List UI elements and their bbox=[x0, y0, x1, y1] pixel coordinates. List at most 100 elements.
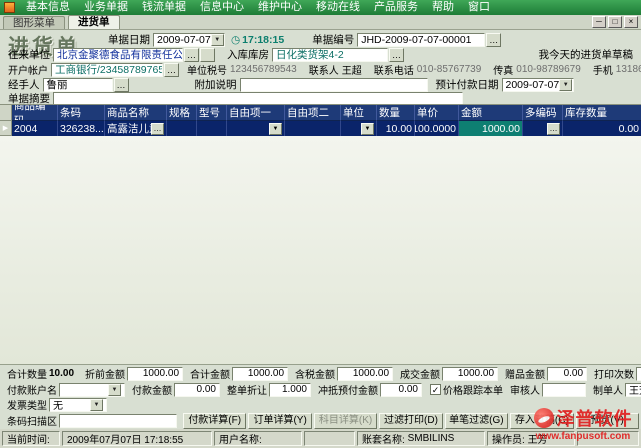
today-drafts-link[interactable]: 我今天的进货单草稿 bbox=[539, 47, 634, 62]
menu-item-basic-info[interactable]: 基本信息 bbox=[19, 0, 77, 15]
col-header-model[interactable]: 型号 bbox=[197, 105, 227, 121]
col-header-multi-code[interactable]: 多编码 bbox=[523, 105, 563, 121]
subject-detail-button[interactable]: 科目详算(K) bbox=[314, 413, 377, 429]
pay-date-field[interactable]: 2009-07-07 ▼ bbox=[502, 78, 574, 92]
cell-amount[interactable]: 1000.00 bbox=[459, 121, 523, 136]
cell-multi-code[interactable]: … bbox=[523, 121, 563, 136]
tax-included-field[interactable]: 1000.00 bbox=[337, 367, 393, 381]
unit-dropdown-icon[interactable]: ▼ bbox=[361, 123, 374, 135]
cell-spec[interactable] bbox=[167, 121, 197, 136]
cell-product-name[interactable]: 高露洁儿童牙.. … bbox=[105, 121, 167, 136]
col-header-product-name[interactable]: 商品名称 bbox=[105, 105, 167, 121]
chevron-down-icon[interactable]: ▼ bbox=[559, 79, 572, 91]
maximize-icon[interactable]: □ bbox=[608, 16, 622, 28]
print-count-field[interactable] bbox=[636, 367, 641, 381]
minimize-icon[interactable]: ─ bbox=[592, 16, 606, 28]
col-header-free2[interactable]: 自由项二 bbox=[285, 105, 341, 121]
vendor-field[interactable]: 北京金聚德食品有限责任公司 bbox=[53, 48, 183, 62]
chevron-down-icon[interactable]: ▼ bbox=[211, 34, 224, 46]
payment-detail-button[interactable]: 付款详算(F) bbox=[183, 413, 246, 429]
order-detail-button[interactable]: 订单详算(Y) bbox=[248, 413, 311, 429]
deal-amount-field[interactable]: 1000.00 bbox=[442, 367, 498, 381]
cell-stock-qty[interactable]: 0.00 bbox=[563, 121, 641, 136]
cell-free1[interactable]: ▼ bbox=[227, 121, 285, 136]
prepay-offset-field[interactable]: 0.00 bbox=[380, 383, 422, 397]
status-book-label: 账套名称: bbox=[362, 431, 405, 446]
vendor-view-icon[interactable] bbox=[200, 48, 215, 62]
totals-panel: 合计数量 10.00 折前金额 1000.00 合计金额 1000.00 含税金… bbox=[0, 364, 641, 429]
tab-graphic-menu[interactable]: 图形菜单 bbox=[3, 16, 65, 29]
chevron-down-icon[interactable]: ▼ bbox=[90, 399, 103, 411]
pre-discount-field[interactable]: 1000.00 bbox=[127, 367, 183, 381]
price-track-checkbox[interactable]: ✓ bbox=[430, 384, 441, 395]
warehouse-browse-icon[interactable]: … bbox=[389, 48, 404, 62]
deal-amount-label: 成交金额 bbox=[400, 366, 440, 381]
memo-field[interactable] bbox=[240, 78, 428, 92]
col-header-amount[interactable]: 金额 bbox=[459, 105, 523, 121]
cell-model[interactable] bbox=[197, 121, 227, 136]
status-time-value: 2009年07月07日 17:18:55 bbox=[62, 431, 212, 446]
doc-date-field[interactable]: 2009-07-07 ▼ bbox=[153, 33, 225, 47]
menu-item-maintenance-center[interactable]: 维护中心 bbox=[251, 0, 309, 15]
menu-item-mobile-online[interactable]: 移动在线 bbox=[309, 0, 367, 15]
product-lookup-icon[interactable]: … bbox=[151, 123, 164, 135]
col-header-barcode[interactable]: 条码 bbox=[58, 105, 105, 121]
handler-field[interactable]: 鲁丽 bbox=[43, 78, 113, 92]
pay-date-value: 2009-07-07 bbox=[506, 79, 560, 91]
doc-no-browse-icon[interactable]: … bbox=[486, 33, 501, 47]
single-filter-button[interactable]: 单笔过滤(G) bbox=[445, 413, 508, 429]
tab-bar: 图形菜单 进货单 ─ □ × bbox=[0, 15, 641, 30]
col-header-product-code[interactable]: 商品编码 bbox=[12, 105, 58, 121]
menu-item-business-docs[interactable]: 业务单据 bbox=[77, 0, 135, 15]
form-row-handler-memo: 经手人 鲁丽 … 附加说明 预计付款日期 2009-07-07 ▼ bbox=[0, 77, 641, 92]
doc-no-field[interactable]: JHD-2009-07-07-00001 bbox=[357, 33, 485, 47]
cell-qty[interactable]: 10.00 bbox=[377, 121, 415, 136]
tab-purchase-order[interactable]: 进货单 bbox=[68, 15, 120, 29]
close-icon[interactable]: × bbox=[624, 16, 638, 28]
cell-product-code[interactable]: 2004 bbox=[12, 121, 58, 136]
multi-code-browse-icon[interactable]: … bbox=[547, 123, 560, 135]
warehouse-field[interactable]: 日化类货架4-2 bbox=[272, 48, 388, 62]
col-header-qty[interactable]: 数量 bbox=[377, 105, 415, 121]
fax-label: 传真 bbox=[493, 62, 513, 77]
menu-item-product-services[interactable]: 产品服务 bbox=[367, 0, 425, 15]
bank-account-label: 开户帐户 bbox=[8, 62, 48, 77]
menu-item-info-center[interactable]: 信息中心 bbox=[193, 0, 251, 15]
col-header-free1[interactable]: 自由项一 bbox=[227, 105, 285, 121]
row-selector[interactable]: ▶ bbox=[0, 121, 12, 136]
invoice-type-select[interactable]: 无 ▼ bbox=[49, 398, 107, 412]
pay-date-label: 预计付款日期 bbox=[436, 77, 499, 92]
bank-account-browse-icon[interactable]: … bbox=[164, 63, 179, 77]
cell-price[interactable]: 100.0000 bbox=[415, 121, 459, 136]
save-draft-button[interactable]: 存入草稿(C) bbox=[510, 413, 573, 429]
maker-field[interactable]: 王芳 bbox=[625, 383, 641, 397]
cell-barcode[interactable]: 326238... bbox=[58, 121, 105, 136]
preview-button[interactable]: 预览(V) bbox=[576, 413, 639, 429]
menu-item-cashflow-docs[interactable]: 钱流单据 bbox=[135, 0, 193, 15]
filter-print-button[interactable]: 过滤打印(D) bbox=[379, 413, 442, 429]
discount-field[interactable]: 1.000 bbox=[269, 383, 311, 397]
menu-item-help[interactable]: 帮助 bbox=[425, 0, 461, 15]
auditor-field[interactable] bbox=[542, 383, 586, 397]
barcode-scan-input[interactable] bbox=[59, 414, 177, 428]
pay-amount-field[interactable]: 0.00 bbox=[174, 383, 220, 397]
chevron-down-icon[interactable]: ▼ bbox=[108, 384, 121, 396]
table-row[interactable]: ▶ 2004 326238... 高露洁儿童牙.. … ▼ ▼ 10.00 10… bbox=[0, 121, 641, 136]
menu-item-window[interactable]: 窗口 bbox=[461, 0, 497, 15]
col-header-price[interactable]: 单价 bbox=[415, 105, 459, 121]
handler-label: 经手人 bbox=[8, 77, 40, 92]
col-header-unit[interactable]: 单位 bbox=[341, 105, 377, 121]
cell-unit[interactable]: ▼ bbox=[341, 121, 377, 136]
total-amount-field[interactable]: 1000.00 bbox=[232, 367, 288, 381]
gift-amount-field[interactable]: 0.00 bbox=[547, 367, 587, 381]
pay-account-select[interactable]: ▼ bbox=[59, 383, 125, 397]
free1-dropdown-icon[interactable]: ▼ bbox=[269, 123, 282, 135]
col-header-spec[interactable]: 规格 bbox=[167, 105, 197, 121]
col-header-stock-qty[interactable]: 库存数量 bbox=[563, 105, 641, 121]
vendor-browse-icon[interactable]: … bbox=[184, 48, 199, 62]
bank-account-field[interactable]: 工商银行/234587897654 bbox=[51, 63, 163, 77]
row-marker-icon: ▶ bbox=[3, 124, 8, 132]
cell-free2[interactable] bbox=[285, 121, 341, 136]
tax-no-value: 123456789543 bbox=[230, 64, 297, 75]
handler-browse-icon[interactable]: … bbox=[114, 78, 129, 92]
